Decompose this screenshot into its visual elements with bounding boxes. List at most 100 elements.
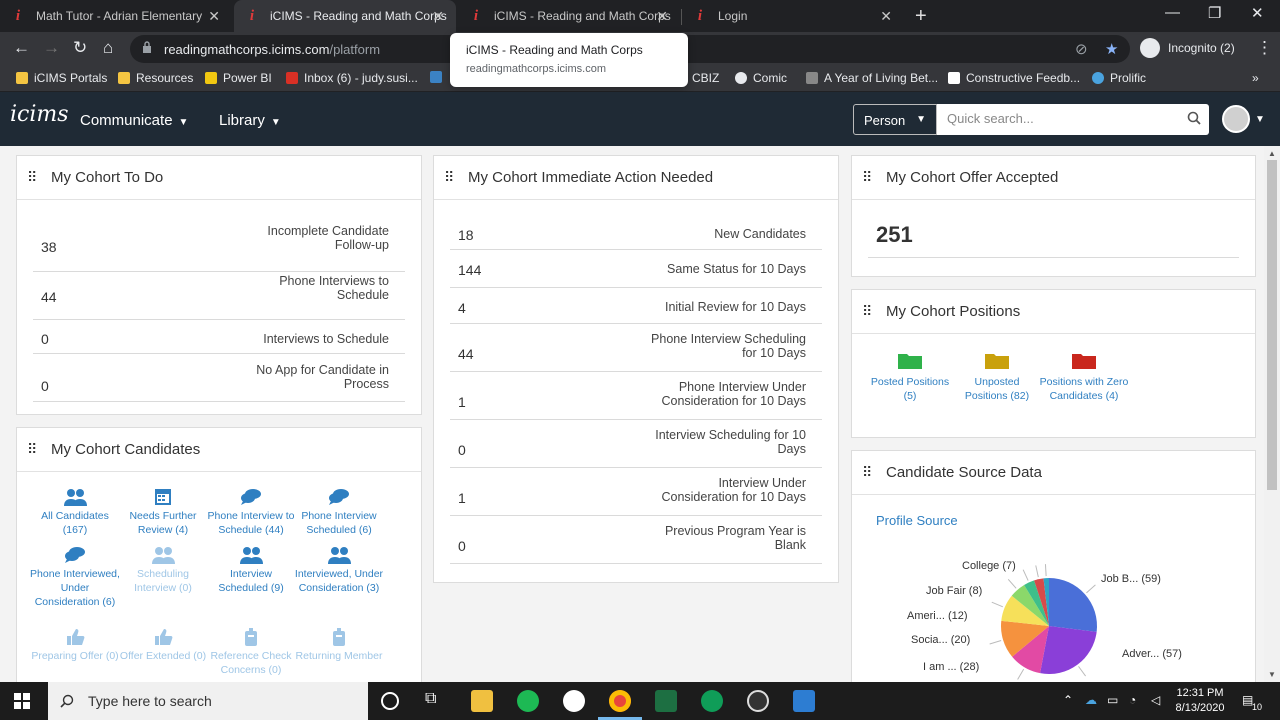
wifi-icon[interactable]: ◔: [1129, 693, 1136, 707]
bookmark-item[interactable]: CBIZ: [692, 71, 719, 85]
tray-expand-icon[interactable]: ⌃: [1063, 693, 1073, 707]
chevron-down-icon[interactable]: ▼: [1255, 114, 1265, 125]
drag-handle-icon[interactable]: ⠿: [444, 169, 458, 186]
incognito-indicator[interactable]: Incognito (2): [1140, 38, 1235, 58]
todo-row[interactable]: 44 Phone Interviews to Schedule: [33, 272, 405, 320]
bookmark-item[interactable]: Prolific: [1092, 71, 1146, 85]
home-icon[interactable]: ⌂: [103, 38, 113, 58]
browser-tab[interactable]: i iCIMS - Reading and Math Corps ✕: [458, 0, 680, 32]
bookmark-item[interactable]: A Year of Living Bet...: [806, 71, 938, 85]
obs-icon[interactable]: [747, 690, 769, 712]
chrome-icon[interactable]: [609, 690, 631, 712]
todo-row[interactable]: 38 Incomplete Candidate Follow-up: [33, 222, 405, 272]
page-scrollbar[interactable]: ▲ ▼: [1264, 146, 1280, 682]
taskbar-search-box[interactable]: Type here to search: [48, 682, 368, 720]
back-icon[interactable]: ←: [13, 38, 30, 58]
scroll-up-icon[interactable]: ▲: [1268, 149, 1276, 158]
candidate-link-reference-check[interactable]: Reference Check Concerns (0): [205, 628, 297, 677]
action-row[interactable]: 144 Same Status for 10 Days: [450, 250, 822, 288]
new-tab-icon[interactable]: +: [915, 5, 927, 28]
task-view-icon[interactable]: ⧉: [425, 690, 447, 712]
file-explorer-icon[interactable]: [471, 690, 493, 712]
candidate-link-scheduling-interview[interactable]: Scheduling Interview (0): [117, 546, 209, 595]
reload-icon[interactable]: ↻: [73, 38, 87, 58]
candidate-link-phone-scheduled[interactable]: Phone Interview Scheduled (6): [293, 488, 385, 537]
action-row[interactable]: 44 Phone Interview Scheduling for 10 Day…: [450, 324, 822, 372]
offer-accepted-count[interactable]: 251: [876, 222, 913, 248]
close-tab-icon[interactable]: ✕: [432, 8, 444, 25]
volume-icon[interactable]: ◁: [1151, 693, 1160, 707]
close-tab-icon[interactable]: ✕: [880, 8, 892, 25]
todo-row[interactable]: 0 Interviews to Schedule: [33, 320, 405, 354]
windows-start-icon[interactable]: [14, 693, 30, 709]
taskbar-clock[interactable]: 12:31 PM 8/13/2020: [1170, 686, 1230, 716]
minimize-icon[interactable]: —: [1165, 4, 1180, 21]
spotify-icon[interactable]: [517, 690, 539, 712]
panel-header[interactable]: ⠿ My Cohort Immediate Action Needed: [434, 156, 838, 200]
more-bookmarks-icon[interactable]: »: [1252, 71, 1259, 85]
bookmark-item[interactable]: Comic: [735, 71, 787, 85]
drag-handle-icon[interactable]: ⠿: [862, 464, 876, 481]
browser-tab-active[interactable]: i iCIMS - Reading and Math Corps ✕: [234, 0, 456, 32]
todo-row[interactable]: 0 No App for Candidate in Process: [33, 354, 405, 402]
close-window-icon[interactable]: ✕: [1251, 4, 1264, 22]
drag-handle-icon[interactable]: ⠿: [862, 169, 876, 186]
bookmark-item[interactable]: iCIMS Portals: [16, 71, 107, 85]
candidate-link-offer-extended[interactable]: Offer Extended (0): [117, 628, 209, 663]
action-row[interactable]: 18 New Candidates: [450, 216, 822, 250]
action-row[interactable]: 1 Interview Under Consideration for 10 D…: [450, 468, 822, 516]
scroll-down-icon[interactable]: ▼: [1268, 670, 1276, 679]
profile-source-link[interactable]: Profile Source: [876, 513, 958, 528]
bookmark-item[interactable]: Inbox (6) - judy.susi...: [286, 71, 418, 85]
excel-icon[interactable]: [655, 690, 677, 712]
panel-header[interactable]: ⠿ Candidate Source Data: [852, 451, 1255, 495]
drag-handle-icon[interactable]: ⠿: [27, 441, 41, 458]
scrollbar-thumb[interactable]: [1267, 160, 1277, 490]
battery-icon[interactable]: ▭: [1107, 693, 1118, 707]
close-tab-icon[interactable]: ✕: [656, 8, 668, 25]
star-icon[interactable]: ★: [1105, 40, 1118, 58]
bookmark-item[interactable]: Constructive Feedb...: [948, 71, 1080, 85]
bookmark-item[interactable]: [430, 71, 448, 83]
pie-slice[interactable]: [1049, 578, 1097, 632]
posted-positions-link[interactable]: Posted Positions (5): [865, 352, 955, 403]
hangouts-icon[interactable]: [701, 690, 723, 712]
unposted-positions-link[interactable]: Unposted Positions (82): [952, 352, 1042, 403]
candidate-link-returning-member[interactable]: Returning Member: [293, 628, 385, 663]
action-row[interactable]: 4 Initial Review for 10 Days: [450, 288, 822, 324]
panel-header[interactable]: ⠿ My Cohort Positions: [852, 290, 1255, 334]
xbox-icon[interactable]: [563, 690, 585, 712]
candidate-link-preparing-offer[interactable]: Preparing Offer (0): [29, 628, 121, 663]
search-scope-select[interactable]: Person ▼: [853, 104, 937, 135]
candidate-link-phone-schedule[interactable]: Phone Interview to Schedule (44): [205, 488, 297, 537]
more-menu-icon[interactable]: ⋮: [1256, 38, 1273, 58]
search-icon[interactable]: [1187, 111, 1201, 125]
cortana-icon[interactable]: [381, 692, 399, 710]
photos-icon[interactable]: [793, 690, 815, 712]
panel-header[interactable]: ⠿ My Cohort To Do: [17, 156, 421, 200]
panel-header[interactable]: ⠿ My Cohort Offer Accepted: [852, 156, 1255, 200]
forward-icon[interactable]: →: [43, 38, 60, 58]
action-row[interactable]: 0 Interview Scheduling for 10 Days: [450, 420, 822, 468]
candidate-link-interviewed[interactable]: Interviewed, Under Consideration (3): [293, 546, 385, 595]
restore-icon[interactable]: ❐: [1208, 4, 1221, 22]
bookmark-item[interactable]: Resources: [118, 71, 193, 85]
browser-tab[interactable]: i Math Tutor - Adrian Elementary ✕: [10, 0, 232, 32]
onedrive-icon[interactable]: ☁: [1085, 693, 1097, 707]
panel-header[interactable]: ⠿ My Cohort Candidates: [17, 428, 421, 472]
action-row[interactable]: 0 Previous Program Year is Blank: [450, 516, 822, 564]
action-row[interactable]: 1 Phone Interview Under Consideration fo…: [450, 372, 822, 420]
zero-candidates-positions-link[interactable]: Positions with Zero Candidates (4): [1039, 352, 1129, 403]
avatar[interactable]: [1222, 105, 1250, 133]
browser-tab[interactable]: i Login ✕: [682, 0, 904, 32]
drag-handle-icon[interactable]: ⠿: [862, 303, 876, 320]
eye-off-icon[interactable]: ⊘: [1075, 40, 1088, 58]
icims-logo[interactable]: icims: [10, 102, 69, 127]
menu-library[interactable]: Library ▼: [219, 112, 281, 129]
pie-slice[interactable]: [1040, 626, 1097, 674]
close-tab-icon[interactable]: ✕: [208, 8, 220, 25]
candidate-link-phone-consideration[interactable]: Phone Interviewed, Under Consideration (…: [29, 546, 121, 609]
candidate-link-all[interactable]: All Candidates (167): [29, 488, 121, 537]
candidate-link-interview-scheduled[interactable]: Interview Scheduled (9): [205, 546, 297, 595]
drag-handle-icon[interactable]: ⠿: [27, 169, 41, 186]
